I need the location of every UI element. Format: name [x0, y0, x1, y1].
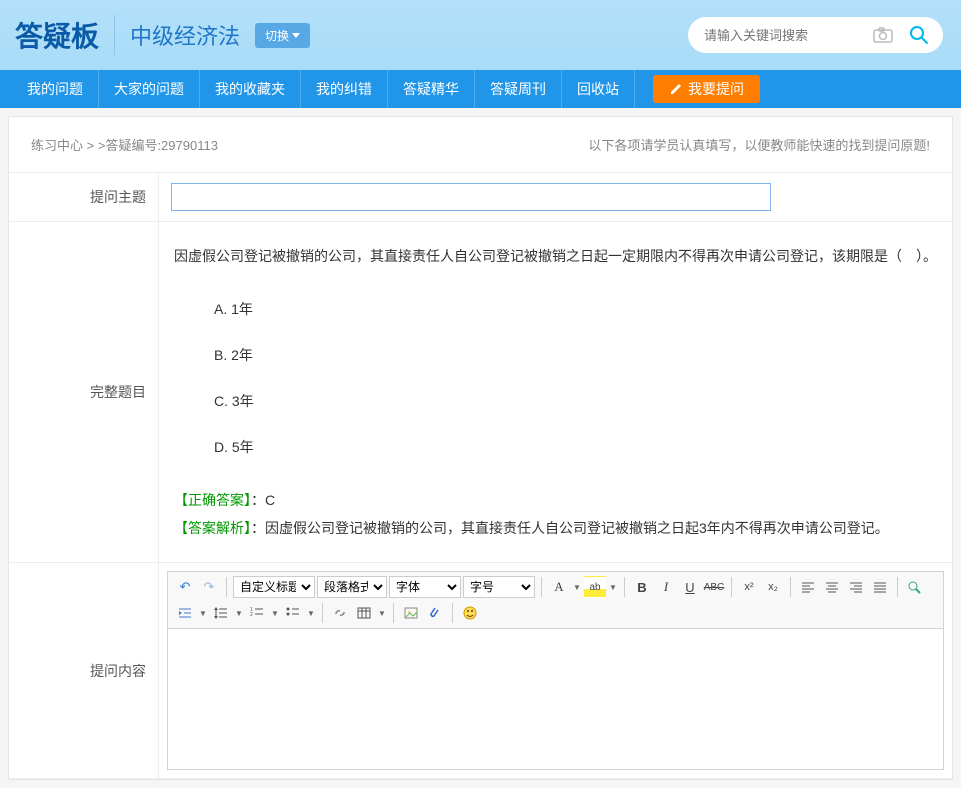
- separator: [731, 577, 732, 597]
- dropdown-icon[interactable]: ▼: [377, 602, 387, 624]
- font-family-select[interactable]: 字体: [389, 576, 461, 598]
- main-container: 练习中心 > >答疑编号:29790113 以下各项请学员认真填写，以便教师能快…: [8, 116, 953, 780]
- custom-title-select[interactable]: 自定义标题: [233, 576, 315, 598]
- indent-icon[interactable]: [174, 602, 196, 624]
- switch-course-button[interactable]: 切换: [255, 23, 310, 48]
- separator: [790, 577, 791, 597]
- nav-weekly[interactable]: 答疑周刊: [475, 70, 562, 108]
- subscript-icon[interactable]: x₂: [762, 576, 784, 598]
- search-input[interactable]: [688, 17, 943, 53]
- subject-input[interactable]: [171, 183, 771, 211]
- line-height-icon[interactable]: [210, 602, 232, 624]
- nav-favorites[interactable]: 我的收藏夹: [200, 70, 301, 108]
- strikethrough-icon[interactable]: ABC: [703, 576, 725, 598]
- ordered-list-icon[interactable]: 12: [246, 602, 268, 624]
- separator: [322, 603, 323, 623]
- question-row: 完整题目 因虚假公司登记被撤销的公司，其直接责任人自公司登记被撤销之日起一定期限…: [9, 222, 952, 563]
- attachment-icon[interactable]: [424, 602, 446, 624]
- nav-all-questions[interactable]: 大家的问题: [99, 70, 200, 108]
- rich-text-editor: ↶ ↷ 自定义标题 段落格式 字体 字号 A▼ ab▼ B I U ABC: [167, 571, 944, 770]
- option-a: A. 1年: [214, 295, 937, 323]
- breadcrumb-current: 答疑编号:29790113: [105, 138, 218, 153]
- unlink-icon[interactable]: [329, 602, 351, 624]
- underline-icon[interactable]: U: [679, 576, 701, 598]
- dropdown-icon[interactable]: ▼: [270, 602, 280, 624]
- highlight-color-icon[interactable]: ab: [584, 576, 606, 598]
- redo-icon[interactable]: ↷: [198, 576, 220, 598]
- pencil-icon: [669, 82, 683, 96]
- image-icon[interactable]: [400, 602, 422, 624]
- separator: [393, 603, 394, 623]
- paragraph-format-select[interactable]: 段落格式: [317, 576, 387, 598]
- logo: 答疑板: [15, 15, 115, 55]
- option-b: B. 2年: [214, 341, 937, 369]
- table-icon[interactable]: [353, 602, 375, 624]
- font-size-select[interactable]: 字号: [463, 576, 535, 598]
- options-list: A. 1年 B. 2年 C. 3年 D. 5年: [174, 295, 937, 461]
- dropdown-icon[interactable]: ▼: [234, 602, 244, 624]
- nav-essence[interactable]: 答疑精华: [388, 70, 475, 108]
- option-c: C. 3年: [214, 387, 937, 415]
- emoji-icon[interactable]: [459, 602, 481, 624]
- nav-recycle[interactable]: 回收站: [562, 70, 635, 108]
- align-center-icon[interactable]: [821, 576, 843, 598]
- search-wrap: [688, 17, 943, 53]
- superscript-icon[interactable]: x²: [738, 576, 760, 598]
- separator: [541, 577, 542, 597]
- separator: [624, 577, 625, 597]
- option-d: D. 5年: [214, 433, 937, 461]
- align-left-icon[interactable]: [797, 576, 819, 598]
- search-icon[interactable]: [909, 25, 929, 45]
- ask-question-button[interactable]: 我要提问: [653, 75, 760, 103]
- dropdown-icon[interactable]: ▼: [572, 576, 582, 598]
- breadcrumb: 练习中心 > >答疑编号:29790113: [31, 135, 218, 154]
- subject-row: 提问主题: [9, 173, 952, 222]
- separator: [226, 577, 227, 597]
- nav-my-questions[interactable]: 我的问题: [12, 70, 99, 108]
- align-right-icon[interactable]: [845, 576, 867, 598]
- dropdown-icon[interactable]: ▼: [608, 576, 618, 598]
- separator: [897, 577, 898, 597]
- italic-icon[interactable]: I: [655, 576, 677, 598]
- nav-corrections[interactable]: 我的纠错: [301, 70, 388, 108]
- unordered-list-icon[interactable]: [282, 602, 304, 624]
- nav-bar: 我的问题 大家的问题 我的收藏夹 我的纠错 答疑精华 答疑周刊 回收站 我要提问: [0, 70, 961, 108]
- question-label: 完整题目: [9, 222, 159, 562]
- undo-icon[interactable]: ↶: [174, 576, 196, 598]
- header: 答疑板 中级经济法 切换: [0, 0, 961, 70]
- content-label: 提问内容: [9, 563, 159, 778]
- dropdown-icon[interactable]: ▼: [306, 602, 316, 624]
- answer-analysis: 【答案解析】：因虚假公司登记被撤销的公司，其直接责任人自公司登记被撤销之日起3年…: [174, 514, 937, 542]
- preview-icon[interactable]: [904, 576, 926, 598]
- editor-toolbar: ↶ ↷ 自定义标题 段落格式 字体 字号 A▼ ab▼ B I U ABC: [168, 572, 943, 629]
- question-content: 因虚假公司登记被撤销的公司，其直接责任人自公司登记被撤销之日起一定期限内不得再次…: [159, 222, 952, 562]
- bold-icon[interactable]: B: [631, 576, 653, 598]
- question-stem: 因虚假公司登记被撤销的公司，其直接责任人自公司登记被撤销之日起一定期限内不得再次…: [174, 242, 937, 270]
- camera-icon[interactable]: [873, 27, 893, 43]
- notice-text: 以下各项请学员认真填写，以便教师能快速的找到提问原题!: [588, 135, 930, 154]
- separator: [452, 603, 453, 623]
- dropdown-icon[interactable]: ▼: [198, 602, 208, 624]
- content-row: 提问内容 ↶ ↷ 自定义标题 段落格式 字体 字号 A▼ ab▼ B I: [9, 563, 952, 779]
- align-justify-icon[interactable]: [869, 576, 891, 598]
- breadcrumb-row: 练习中心 > >答疑编号:29790113 以下各项请学员认真填写，以便教师能快…: [9, 117, 952, 173]
- svg-text:2: 2: [250, 612, 253, 618]
- course-name: 中级经济法: [115, 19, 255, 51]
- breadcrumb-link[interactable]: 练习中心: [31, 138, 83, 153]
- font-color-icon[interactable]: A: [548, 576, 570, 598]
- subject-label: 提问主题: [9, 173, 159, 221]
- editor-textarea[interactable]: [168, 629, 943, 769]
- correct-answer: 【正确答案】：C: [174, 486, 937, 514]
